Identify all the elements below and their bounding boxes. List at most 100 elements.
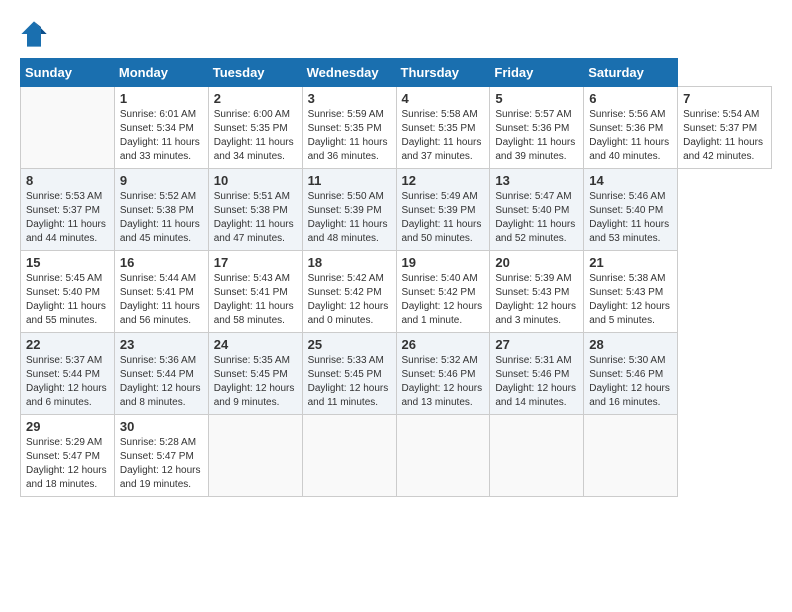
day-number: 29 — [26, 419, 109, 434]
day-info: Sunrise: 5:47 AMSunset: 5:40 PMDaylight:… — [495, 191, 575, 244]
day-cell: 16 Sunrise: 5:44 AMSunset: 5:41 PMDaylig… — [114, 251, 208, 333]
day-number: 25 — [308, 337, 391, 352]
logo-icon — [20, 20, 48, 48]
day-number: 15 — [26, 255, 109, 270]
day-cell: 12 Sunrise: 5:49 AMSunset: 5:39 PMDaylig… — [396, 169, 490, 251]
calendar-table: SundayMondayTuesdayWednesdayThursdayFrid… — [20, 58, 772, 497]
day-number: 9 — [120, 173, 203, 188]
calendar-body: 1 Sunrise: 6:01 AMSunset: 5:34 PMDayligh… — [21, 87, 772, 497]
day-info: Sunrise: 5:58 AMSunset: 5:35 PMDaylight:… — [402, 109, 482, 162]
day-info: Sunrise: 5:39 AMSunset: 5:43 PMDaylight:… — [495, 273, 576, 326]
day-info: Sunrise: 5:37 AMSunset: 5:44 PMDaylight:… — [26, 355, 107, 408]
week-row-3: 15 Sunrise: 5:45 AMSunset: 5:40 PMDaylig… — [21, 251, 772, 333]
day-cell: 25 Sunrise: 5:33 AMSunset: 5:45 PMDaylig… — [302, 333, 396, 415]
day-cell: 15 Sunrise: 5:45 AMSunset: 5:40 PMDaylig… — [21, 251, 115, 333]
day-number: 1 — [120, 91, 203, 106]
day-info: Sunrise: 5:59 AMSunset: 5:35 PMDaylight:… — [308, 109, 388, 162]
header-day-friday: Friday — [490, 59, 584, 87]
day-number: 21 — [589, 255, 672, 270]
day-cell: 10 Sunrise: 5:51 AMSunset: 5:38 PMDaylig… — [208, 169, 302, 251]
header-day-monday: Monday — [114, 59, 208, 87]
day-info: Sunrise: 5:54 AMSunset: 5:37 PMDaylight:… — [683, 109, 763, 162]
day-info: Sunrise: 5:57 AMSunset: 5:36 PMDaylight:… — [495, 109, 575, 162]
day-info: Sunrise: 5:40 AMSunset: 5:42 PMDaylight:… — [402, 273, 483, 326]
day-info: Sunrise: 5:29 AMSunset: 5:47 PMDaylight:… — [26, 437, 107, 490]
header-day-wednesday: Wednesday — [302, 59, 396, 87]
week-row-4: 22 Sunrise: 5:37 AMSunset: 5:44 PMDaylig… — [21, 333, 772, 415]
day-info: Sunrise: 5:42 AMSunset: 5:42 PMDaylight:… — [308, 273, 389, 326]
day-cell: 9 Sunrise: 5:52 AMSunset: 5:38 PMDayligh… — [114, 169, 208, 251]
day-cell: 5 Sunrise: 5:57 AMSunset: 5:36 PMDayligh… — [490, 87, 584, 169]
day-number: 26 — [402, 337, 485, 352]
day-cell: 19 Sunrise: 5:40 AMSunset: 5:42 PMDaylig… — [396, 251, 490, 333]
day-number: 7 — [683, 91, 766, 106]
page-header — [20, 20, 772, 48]
day-number: 22 — [26, 337, 109, 352]
day-info: Sunrise: 5:49 AMSunset: 5:39 PMDaylight:… — [402, 191, 482, 244]
day-cell: 11 Sunrise: 5:50 AMSunset: 5:39 PMDaylig… — [302, 169, 396, 251]
day-cell: 6 Sunrise: 5:56 AMSunset: 5:36 PMDayligh… — [584, 87, 678, 169]
day-number: 5 — [495, 91, 578, 106]
day-cell: 8 Sunrise: 5:53 AMSunset: 5:37 PMDayligh… — [21, 169, 115, 251]
day-number: 2 — [214, 91, 297, 106]
day-number: 13 — [495, 173, 578, 188]
week-row-5: 29 Sunrise: 5:29 AMSunset: 5:47 PMDaylig… — [21, 415, 772, 497]
day-info: Sunrise: 5:52 AMSunset: 5:38 PMDaylight:… — [120, 191, 200, 244]
day-cell: 24 Sunrise: 5:35 AMSunset: 5:45 PMDaylig… — [208, 333, 302, 415]
day-number: 11 — [308, 173, 391, 188]
day-cell — [584, 415, 678, 497]
day-number: 14 — [589, 173, 672, 188]
day-number: 20 — [495, 255, 578, 270]
day-info: Sunrise: 5:46 AMSunset: 5:40 PMDaylight:… — [589, 191, 669, 244]
week-row-2: 8 Sunrise: 5:53 AMSunset: 5:37 PMDayligh… — [21, 169, 772, 251]
day-info: Sunrise: 6:00 AMSunset: 5:35 PMDaylight:… — [214, 109, 294, 162]
logo — [20, 20, 52, 48]
day-number: 12 — [402, 173, 485, 188]
day-info: Sunrise: 5:50 AMSunset: 5:39 PMDaylight:… — [308, 191, 388, 244]
day-number: 23 — [120, 337, 203, 352]
day-number: 24 — [214, 337, 297, 352]
day-info: Sunrise: 5:35 AMSunset: 5:45 PMDaylight:… — [214, 355, 295, 408]
day-info: Sunrise: 5:43 AMSunset: 5:41 PMDaylight:… — [214, 273, 294, 326]
day-number: 8 — [26, 173, 109, 188]
day-number: 4 — [402, 91, 485, 106]
day-cell — [396, 415, 490, 497]
day-cell: 2 Sunrise: 6:00 AMSunset: 5:35 PMDayligh… — [208, 87, 302, 169]
day-cell: 26 Sunrise: 5:32 AMSunset: 5:46 PMDaylig… — [396, 333, 490, 415]
day-cell: 30 Sunrise: 5:28 AMSunset: 5:47 PMDaylig… — [114, 415, 208, 497]
day-info: Sunrise: 5:45 AMSunset: 5:40 PMDaylight:… — [26, 273, 106, 326]
day-info: Sunrise: 5:38 AMSunset: 5:43 PMDaylight:… — [589, 273, 670, 326]
calendar-header: SundayMondayTuesdayWednesdayThursdayFrid… — [21, 59, 772, 87]
header-day-thursday: Thursday — [396, 59, 490, 87]
day-info: Sunrise: 5:31 AMSunset: 5:46 PMDaylight:… — [495, 355, 576, 408]
day-info: Sunrise: 5:56 AMSunset: 5:36 PMDaylight:… — [589, 109, 669, 162]
day-cell: 4 Sunrise: 5:58 AMSunset: 5:35 PMDayligh… — [396, 87, 490, 169]
day-info: Sunrise: 5:44 AMSunset: 5:41 PMDaylight:… — [120, 273, 200, 326]
day-cell: 13 Sunrise: 5:47 AMSunset: 5:40 PMDaylig… — [490, 169, 584, 251]
week-row-1: 1 Sunrise: 6:01 AMSunset: 5:34 PMDayligh… — [21, 87, 772, 169]
day-info: Sunrise: 6:01 AMSunset: 5:34 PMDaylight:… — [120, 109, 200, 162]
day-info: Sunrise: 5:32 AMSunset: 5:46 PMDaylight:… — [402, 355, 483, 408]
day-cell: 1 Sunrise: 6:01 AMSunset: 5:34 PMDayligh… — [114, 87, 208, 169]
day-cell: 17 Sunrise: 5:43 AMSunset: 5:41 PMDaylig… — [208, 251, 302, 333]
day-info: Sunrise: 5:28 AMSunset: 5:47 PMDaylight:… — [120, 437, 201, 490]
day-cell — [208, 415, 302, 497]
day-number: 28 — [589, 337, 672, 352]
day-number: 16 — [120, 255, 203, 270]
day-number: 19 — [402, 255, 485, 270]
day-number: 18 — [308, 255, 391, 270]
day-cell: 20 Sunrise: 5:39 AMSunset: 5:43 PMDaylig… — [490, 251, 584, 333]
day-cell — [21, 87, 115, 169]
day-cell: 23 Sunrise: 5:36 AMSunset: 5:44 PMDaylig… — [114, 333, 208, 415]
day-cell: 22 Sunrise: 5:37 AMSunset: 5:44 PMDaylig… — [21, 333, 115, 415]
header-day-saturday: Saturday — [584, 59, 678, 87]
day-cell: 27 Sunrise: 5:31 AMSunset: 5:46 PMDaylig… — [490, 333, 584, 415]
day-cell: 18 Sunrise: 5:42 AMSunset: 5:42 PMDaylig… — [302, 251, 396, 333]
day-number: 10 — [214, 173, 297, 188]
header-day-tuesday: Tuesday — [208, 59, 302, 87]
day-cell: 21 Sunrise: 5:38 AMSunset: 5:43 PMDaylig… — [584, 251, 678, 333]
day-cell: 7 Sunrise: 5:54 AMSunset: 5:37 PMDayligh… — [678, 87, 772, 169]
header-row: SundayMondayTuesdayWednesdayThursdayFrid… — [21, 59, 772, 87]
day-info: Sunrise: 5:53 AMSunset: 5:37 PMDaylight:… — [26, 191, 106, 244]
day-info: Sunrise: 5:51 AMSunset: 5:38 PMDaylight:… — [214, 191, 294, 244]
